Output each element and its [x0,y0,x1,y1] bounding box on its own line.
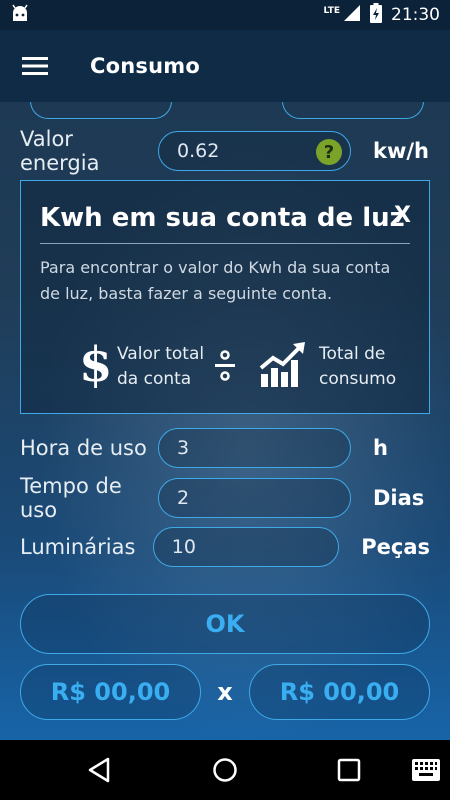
lamps-unit: Peças [361,535,430,559]
energy-label: Valor energia [20,127,100,175]
multiply-label: x [217,678,233,706]
energy-value: 0.62 [177,140,220,162]
hours-unit: h [373,436,388,460]
scrolled-input-right[interactable] [282,102,424,119]
clock: 21:30 [391,5,440,25]
info-text: Para encontrar o valor do Kwh da sua con… [40,258,391,303]
keyboard-icon[interactable] [412,759,440,785]
divider [40,243,410,244]
page-title: Consumo [90,54,200,78]
battery-charging-icon [370,2,382,28]
dollar-icon: $ [79,337,113,393]
scrolled-input-left[interactable] [30,102,172,119]
divide-icon [214,349,236,387]
hours-value: 3 [177,437,190,459]
result-right-button[interactable]: R$ 00,00 [249,664,430,720]
back-icon[interactable] [86,757,112,787]
energy-row: Valor energia 0.62 ? kw/h [20,127,430,175]
ok-button[interactable]: OK [20,594,430,654]
energy-unit: kw/h [373,139,429,163]
days-unit: Dias [373,486,425,510]
days-value: 2 [177,487,190,509]
recents-icon[interactable] [337,758,361,786]
main-content[interactable]: Valor energia 0.62 ? kw/h Kwh em sua con… [0,102,450,740]
navigation-bar [0,740,450,800]
chart-growth-icon [259,342,307,392]
formula-left-label: Valor total da conta [117,344,205,389]
lamps-label: Luminárias [20,535,136,559]
android-notification-icon [10,4,30,27]
energy-input[interactable]: 0.62 ? [158,131,351,171]
home-icon[interactable] [212,757,238,787]
days-input[interactable]: 2 [158,478,351,518]
close-button[interactable]: X [394,203,411,228]
signal-icon [343,4,361,27]
result-left-button[interactable]: R$ 00,00 [20,664,201,720]
hours-row: Hora de uso 3 h [20,427,430,469]
app-bar: Consumo [0,30,450,102]
status-bar: LTE 21:30 [0,0,450,30]
formula: $ Valor total da conta Total de consumo [71,337,396,395]
hamburger-menu-icon[interactable] [0,30,70,102]
formula-right-label: Total de consumo [319,344,397,389]
days-row: Tempo de uso 2 Dias [20,474,430,522]
info-panel: Kwh em sua conta de luz X Para encontrar… [20,180,430,414]
lte-label: LTE [323,6,340,16]
days-label: Tempo de uso [20,474,122,522]
lamps-input[interactable]: 10 [152,527,340,567]
lamps-value: 10 [171,536,196,558]
help-icon[interactable]: ? [316,139,342,165]
hours-label: Hora de uso [20,436,147,460]
lamps-row: Luminárias 10 Peças [20,526,430,568]
hours-input[interactable]: 3 [158,428,351,468]
info-title: Kwh em sua conta de luz [40,203,405,233]
